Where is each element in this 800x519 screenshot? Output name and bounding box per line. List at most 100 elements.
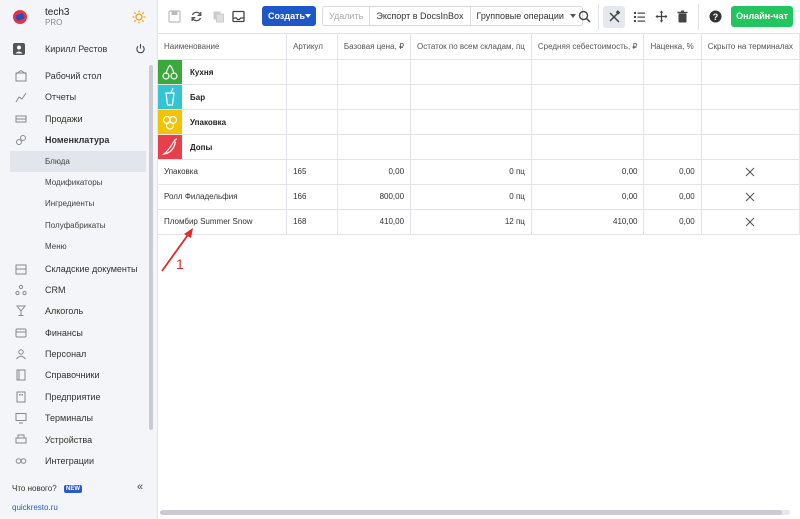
list-view-icon[interactable] xyxy=(633,10,646,23)
sidebar-item[interactable]: Продажи xyxy=(0,108,150,129)
cell-stock: 0 пц xyxy=(410,184,532,210)
sidebar-item[interactable]: Модификаторы xyxy=(0,172,150,193)
close-icon[interactable] xyxy=(745,192,755,202)
collapse-sidebar-icon[interactable]: « xyxy=(137,481,143,493)
empty-cell xyxy=(643,134,702,160)
chevron-down-icon xyxy=(305,14,311,18)
cell-sku: 166 xyxy=(286,184,338,210)
sidebar-item[interactable]: Терминалы xyxy=(0,407,150,428)
category-label: Кухня xyxy=(190,67,214,77)
empty-cell xyxy=(701,109,800,135)
sidebar-item-label: Модификаторы xyxy=(45,177,103,187)
help-icon[interactable]: ? xyxy=(709,10,722,23)
trash-icon[interactable] xyxy=(676,10,689,23)
items-table-container: Наименование Артикул Базовая цена, ₽ Остато… xyxy=(158,34,800,235)
quickresto-link[interactable]: quickresto.ru xyxy=(12,503,58,512)
category-row[interactable]: Бар xyxy=(158,84,800,110)
category-cell[interactable]: Упаковка xyxy=(158,109,288,135)
chevron-down-icon xyxy=(569,14,576,18)
sidebar-item[interactable]: Полуфабрикаты xyxy=(0,215,150,236)
brand-plan: PRO xyxy=(45,18,63,27)
table-row[interactable]: Ролл Филадельфия 166 800,00 0 пц 0,00 0,00 xyxy=(158,184,800,210)
close-icon[interactable] xyxy=(745,167,755,177)
empty-cell xyxy=(701,134,800,160)
column-header[interactable]: Артикул xyxy=(286,34,338,60)
sidebar-item[interactable]: CRM xyxy=(0,279,150,300)
online-chat-button[interactable]: Онлайн-чат xyxy=(731,6,793,27)
category-cell[interactable]: Кухня xyxy=(158,59,288,85)
sidebar-item[interactable]: Складские документы xyxy=(0,258,150,279)
column-header[interactable]: Наценка, % xyxy=(643,34,702,60)
svg-text:?: ? xyxy=(713,12,719,22)
pepper-icon xyxy=(158,134,182,158)
cell-hidden[interactable] xyxy=(701,184,800,210)
export-docsinbox-button[interactable]: Экспорт в DocsInBox xyxy=(370,7,471,25)
inbox-icon[interactable] xyxy=(232,10,245,23)
sidebar-item[interactable]: Интеграции xyxy=(0,450,150,471)
empty-cell xyxy=(643,59,702,85)
column-header[interactable]: Средняя себестоимость, ₽ xyxy=(531,34,645,60)
horizontal-scrollbar-thumb[interactable] xyxy=(160,510,782,515)
sidebar-item[interactable]: Устройства xyxy=(0,429,150,450)
category-row[interactable]: Кухня xyxy=(158,59,800,85)
sidebar-item-label: Устройства xyxy=(45,434,93,445)
toolbar-divider xyxy=(598,4,599,30)
copy-icon[interactable] xyxy=(212,10,225,23)
sidebar-item[interactable]: Меню xyxy=(0,236,150,257)
column-header[interactable]: Базовая цена, ₽ xyxy=(337,34,412,60)
empty-cell xyxy=(286,59,338,85)
user-profile[interactable]: Кирилл Рестов xyxy=(0,40,158,58)
brand-header[interactable]: tech3 PRO xyxy=(0,0,158,34)
sidebar-item-label: Складские документы xyxy=(45,263,138,274)
category-cell[interactable]: Бар xyxy=(158,84,288,110)
column-header[interactable]: Наименование xyxy=(158,34,288,60)
sidebar-item[interactable]: Предприятие xyxy=(0,386,150,407)
move-icon[interactable] xyxy=(655,10,668,23)
sidebar-item[interactable]: Алкоголь xyxy=(0,300,150,321)
column-header[interactable]: Скрыто на терминалах xyxy=(701,34,800,60)
category-cell[interactable]: Допы xyxy=(158,134,288,160)
category-label: Допы xyxy=(190,142,213,152)
drink-icon xyxy=(158,84,182,108)
integration-icon xyxy=(15,458,27,464)
sidebar-item[interactable]: Справочники xyxy=(0,364,150,385)
sidebar-item[interactable]: Персонал xyxy=(0,343,150,364)
search-icon[interactable] xyxy=(578,10,591,23)
save-icon[interactable] xyxy=(168,10,181,23)
group-operations-dropdown[interactable]: Групповые операции xyxy=(471,7,582,25)
sidebar-item-label: Отчеты xyxy=(45,92,77,103)
sidebar-scrollbar[interactable] xyxy=(149,65,153,430)
cell-hidden[interactable] xyxy=(701,159,800,185)
cell-hidden[interactable] xyxy=(701,209,800,235)
delete-button[interactable]: Удалить xyxy=(323,7,371,25)
logo-icon xyxy=(13,10,27,24)
theme-toggle-icon[interactable] xyxy=(132,10,146,24)
table-row[interactable]: Упаковка 165 0,00 0 пц 0,00 0,00 xyxy=(158,159,800,185)
horizontal-scrollbar[interactable] xyxy=(160,510,790,515)
create-button[interactable]: Создать xyxy=(262,6,316,26)
empty-cell xyxy=(286,109,338,135)
sidebar-item[interactable]: Ингредиенты xyxy=(0,193,150,214)
sidebar-item[interactable]: Рабочий стол xyxy=(0,65,150,86)
empty-cell xyxy=(337,84,412,110)
home-icon xyxy=(15,70,27,82)
column-header[interactable]: Остаток по всем складам, пц xyxy=(410,34,532,60)
refresh-icon[interactable] xyxy=(190,10,203,23)
close-icon[interactable] xyxy=(745,217,755,227)
sidebar-item-label: Интеграции xyxy=(45,456,94,467)
logout-icon[interactable] xyxy=(135,43,146,54)
sidebar-item[interactable]: Блюда xyxy=(10,150,146,172)
sidebar-item[interactable]: Финансы xyxy=(0,322,150,343)
empty-cell xyxy=(701,84,800,110)
sidebar-item[interactable]: Отчеты xyxy=(0,86,150,107)
category-row[interactable]: Допы xyxy=(158,134,800,160)
whats-new-link[interactable]: Что нового? xyxy=(12,484,57,493)
empty-cell xyxy=(337,59,412,85)
category-row[interactable]: Упаковка xyxy=(158,109,800,135)
crm-icon xyxy=(15,284,27,296)
new-badge: NEW xyxy=(64,485,82,493)
tools-icon[interactable] xyxy=(608,10,621,23)
table-row[interactable]: Пломбир Summer Snow 168 410,00 12 пц 410,00 0… xyxy=(158,209,800,235)
printer-icon xyxy=(15,434,27,444)
sidebar-item[interactable]: Номенклатура xyxy=(0,129,150,150)
